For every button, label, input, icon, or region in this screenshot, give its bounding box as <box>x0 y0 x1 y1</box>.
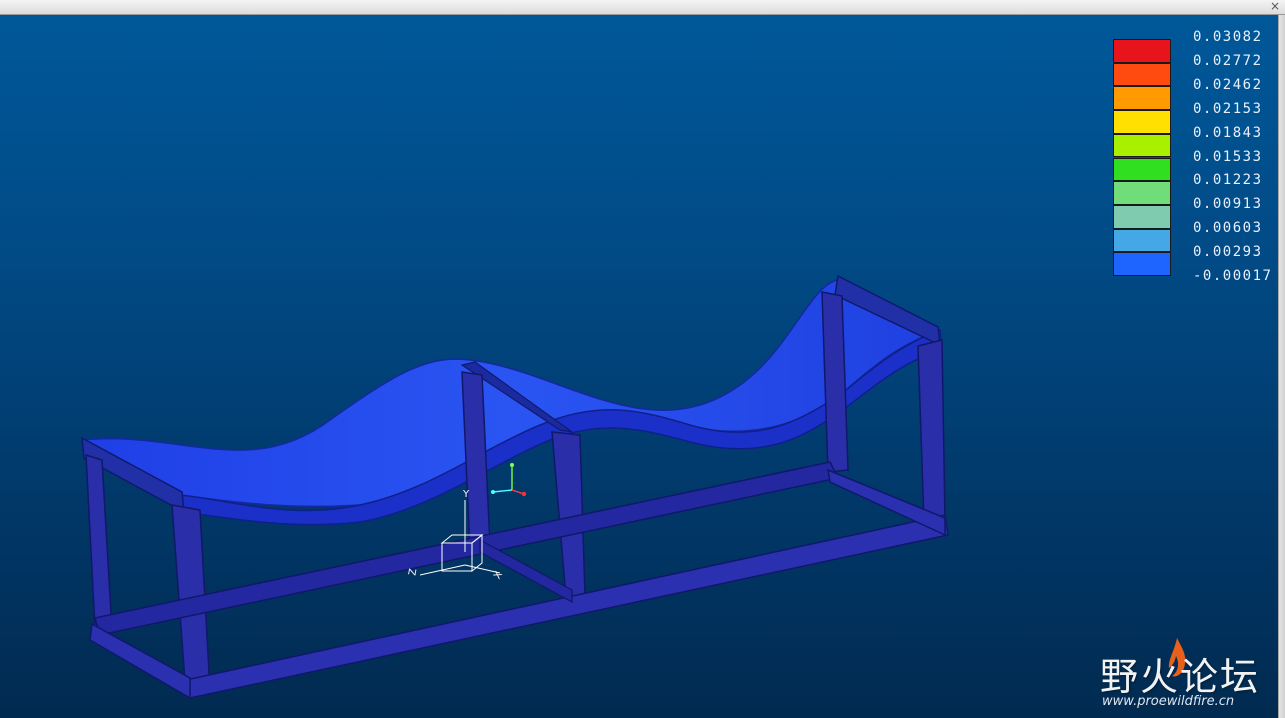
watermark-url: www.proewildfire.cn <box>1102 694 1235 709</box>
legend-label-10: -0.00017 <box>1193 268 1273 284</box>
legend-swatch-8 <box>1113 228 1171 253</box>
legend-label-5: 0.01533 <box>1193 149 1263 165</box>
legend-swatch-6 <box>1113 181 1171 205</box>
legend-label-2: 0.02462 <box>1193 77 1263 93</box>
post-front-right <box>917 339 946 523</box>
legend-swatch-2 <box>1113 86 1171 111</box>
legend-label-1: 0.02772 <box>1193 53 1263 69</box>
legend-swatch-7 <box>1113 204 1171 229</box>
axis-label-z: Z <box>407 568 419 577</box>
legend-label-6: 0.01223 <box>1193 172 1263 188</box>
app-window: × Y Z X 0.03082 0.02772 0.02462 0.02153 … <box>0 0 1285 718</box>
legend-swatch-3 <box>1113 110 1171 134</box>
watermark-chinese-text: 野火论坛 <box>1100 655 1261 699</box>
legend-label-4: 0.01843 <box>1193 125 1263 141</box>
legend-label-0: 0.03082 <box>1193 29 1263 45</box>
axis-label-x: X <box>492 570 505 582</box>
title-bar: × <box>0 0 1285 15</box>
legend-label-3: 0.02153 <box>1193 101 1263 117</box>
post-back-left <box>85 453 113 631</box>
fringe-legend: 0.03082 0.02772 0.02462 0.02153 0.01843 … <box>1113 24 1283 283</box>
axis-label-y: Y <box>462 489 470 500</box>
legend-label-9: 0.00293 <box>1193 244 1263 260</box>
3d-viewport[interactable]: Y Z X <box>0 15 1278 718</box>
legend-label-7: 0.00913 <box>1193 196 1263 212</box>
legend-swatch-1 <box>1113 62 1171 87</box>
legend-swatch-0 <box>1113 39 1171 63</box>
view-triad-icon <box>491 463 527 497</box>
legend-swatch-4 <box>1113 133 1171 158</box>
legend-swatch-9 <box>1113 252 1171 276</box>
bottom-rail-left <box>89 622 191 700</box>
close-button[interactable]: × <box>1269 0 1281 13</box>
legend-label-8: 0.00603 <box>1193 220 1263 236</box>
legend-swatch-5 <box>1113 157 1171 182</box>
model-scene: Y Z X <box>79 274 949 700</box>
forum-watermark: 野火论坛 www.proewildfire.cn <box>1098 638 1268 713</box>
